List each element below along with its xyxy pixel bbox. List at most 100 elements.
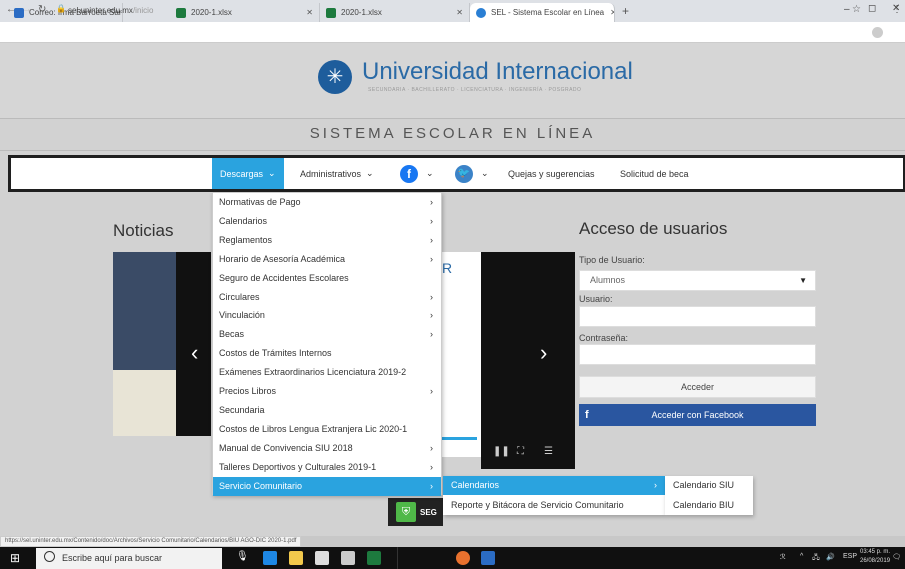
dropdown-item[interactable]: Servicio Comunitario › — [213, 476, 441, 496]
submenu-item-reporte[interactable]: Reporte y Bitácora de Servicio Comunitar… — [443, 496, 665, 515]
fullscreen-icon[interactable]: ⛶ — [517, 446, 524, 457]
chevron-down-icon: ⌄ — [268, 168, 276, 178]
facebook-login-button[interactable]: f Acceder con Facebook — [579, 404, 816, 426]
dropdown-item[interactable]: Seguro de Accidentes Escolares — [213, 269, 441, 288]
submenu-item-calendarios[interactable]: Calendarios › — [443, 476, 665, 495]
university-subtitle: SECUNDARIA · BACHILLERATO · LICENCIATURA… — [368, 87, 582, 93]
chevron-right-icon: › — [430, 197, 433, 207]
tray-people-icon[interactable]: ℛ — [780, 553, 786, 561]
clock-date[interactable]: 26/08/2019 — [860, 558, 890, 564]
dropdown-item[interactable]: Precios Libros › — [213, 382, 441, 401]
dropdown-item[interactable]: Becas › — [213, 325, 441, 344]
link-status-bar: https://sel.uninter.edu.mx/Contenido/doc… — [0, 536, 302, 547]
calendarios-submenu: Calendario SIU Calendario BIU — [665, 476, 753, 515]
menu-solicitud-beca[interactable]: Solicitud de beca — [620, 158, 689, 189]
lock-icon[interactable]: 🔒 — [56, 4, 66, 13]
dropdown-item[interactable]: Exámenes Extraordinarios Licenciatura 20… — [213, 363, 441, 382]
servicio-comunitario-submenu: Calendarios › Reporte y Bitácora de Serv… — [443, 476, 665, 515]
chevron-right-icon: › — [654, 480, 657, 490]
pause-icon[interactable]: ❚❚ — [493, 446, 510, 457]
url-field[interactable]: sel.uninter.edu.mx/inicio — [68, 4, 848, 18]
dropdown-item[interactable]: Horario de Asesoría Académica › — [213, 250, 441, 269]
menu-facebook[interactable]: f ⌄ — [400, 158, 434, 189]
reload-icon[interactable]: ↻ — [38, 4, 46, 15]
dropdown-item[interactable]: Circulares › — [213, 288, 441, 307]
excel-icon[interactable] — [367, 551, 381, 565]
outlook-icon[interactable] — [481, 551, 495, 565]
login-button[interactable]: Acceder — [579, 376, 816, 398]
password-label: Contraseña: — [579, 333, 629, 343]
news-poster-docs-image — [113, 370, 176, 436]
facebook-icon: f — [400, 164, 418, 183]
tray-network-icon[interactable]: 🖧 — [812, 553, 820, 564]
edge-icon[interactable] — [263, 551, 277, 565]
divider — [0, 118, 905, 119]
dropdown-item[interactable]: Secundaria — [213, 401, 441, 420]
access-title: Acceso de usuarios — [579, 219, 728, 238]
password-input[interactable] — [579, 344, 816, 365]
dropdown-item[interactable]: Vinculación › — [213, 306, 441, 325]
profile-avatar-icon[interactable] — [872, 27, 883, 38]
chevron-right-icon: › — [430, 291, 433, 302]
dropdown-caret-icon: ▼ — [799, 276, 807, 285]
dropdown-item[interactable]: Reglamentos › — [213, 231, 441, 250]
chevron-down-icon: ⌄ — [426, 168, 434, 178]
forward-icon[interactable]: → — [22, 4, 32, 15]
clock-time[interactable]: 03:45 p. m. — [860, 549, 890, 555]
chevron-right-icon: › — [430, 234, 433, 245]
chevron-right-icon: › — [430, 386, 433, 396]
slider-frame — [481, 252, 575, 469]
file-explorer-icon[interactable] — [289, 551, 303, 565]
chevron-right-icon: › — [430, 329, 433, 340]
dropdown-item[interactable]: Costos de Libros Lengua Extranjera Lic 2… — [213, 420, 441, 439]
slider-next-icon[interactable]: › — [540, 340, 547, 366]
notifications-icon[interactable]: 🗨 — [892, 553, 901, 561]
university-title: Universidad Internacional — [362, 58, 633, 85]
tray-language[interactable]: ESP — [843, 553, 857, 560]
taskbar-search-input[interactable]: Escribe aquí para buscar — [36, 548, 222, 569]
mail-icon[interactable] — [341, 551, 355, 565]
user-type-select[interactable]: Alumnos ▼ — [579, 270, 816, 291]
menu-quejas[interactable]: Quejas y sugerencias — [508, 158, 595, 189]
shield-icon: ⛨ — [396, 502, 416, 522]
dropdown-item[interactable]: Talleres Deportivos y Culturales 2019-1 › — [213, 458, 441, 477]
university-logo-icon[interactable]: ✳ — [318, 60, 352, 94]
system-title: SISTEMA ESCOLAR EN LÍNEA — [309, 125, 596, 142]
microphone-icon[interactable]: 🎙 — [236, 551, 249, 562]
chrome-icon[interactable] — [456, 551, 470, 565]
descargas-dropdown: Normativas de Pago › Calendarios › Reglament… — [212, 192, 442, 496]
back-icon[interactable]: ← — [6, 4, 16, 15]
slider-prev-icon[interactable]: ‹ — [191, 340, 198, 366]
windows-start-icon[interactable]: ⊞ — [10, 551, 20, 565]
dropdown-item[interactable]: Normativas de Pago › — [213, 193, 441, 212]
chevron-down-icon: ⌄ — [366, 168, 374, 178]
chevron-right-icon: › — [430, 442, 433, 453]
bookmark-star-icon[interactable]: ☆ — [852, 4, 861, 15]
maximize-icon[interactable]: ◻ — [868, 3, 876, 14]
dropdown-item[interactable]: Costos de Trámites Internos — [213, 344, 441, 363]
menu-descargas[interactable]: Descargas ⌄ — [212, 158, 284, 189]
submenu-item-calendario-biu[interactable]: Calendario BIU — [665, 496, 753, 515]
dropdown-item[interactable]: Manual de Convivencia SIU 2018 › — [213, 439, 441, 458]
store-icon[interactable] — [315, 551, 329, 565]
menu-twitter[interactable]: 🐦 ⌄ — [455, 158, 489, 189]
username-input[interactable] — [579, 306, 816, 327]
list-icon[interactable]: ☰ — [544, 446, 553, 457]
search-circle-icon — [44, 551, 55, 562]
chevron-down-icon: ⌄ — [481, 168, 489, 178]
chevron-right-icon: › — [430, 480, 433, 491]
tray-chevron-up-icon[interactable]: ^ — [800, 553, 803, 560]
tray-volume-icon[interactable]: 🔊 — [826, 553, 835, 561]
chevron-right-icon: › — [430, 310, 433, 321]
menu-dots-icon[interactable]: ⋮ — [892, 4, 902, 15]
security-banner-text: SEG — [420, 508, 437, 517]
divider — [0, 150, 905, 151]
twitter-icon: 🐦 — [455, 164, 473, 183]
submenu-item-calendario-siu[interactable]: Calendario SIU — [665, 476, 753, 495]
dropdown-item[interactable]: Calendarios › — [213, 212, 441, 231]
address-bar-row — [0, 22, 905, 43]
chevron-right-icon: › — [430, 253, 433, 264]
user-type-label: Tipo de Usuario: — [579, 255, 645, 265]
chevron-right-icon: › — [430, 215, 433, 226]
menu-administrativos[interactable]: Administrativos ⌄ — [300, 158, 374, 189]
